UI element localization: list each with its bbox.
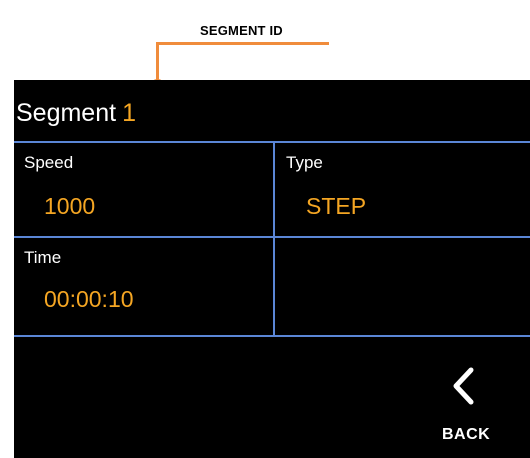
field-empty — [275, 238, 530, 335]
back-button[interactable]: BACK — [434, 362, 504, 448]
field-speed[interactable]: Speed 1000 — [14, 143, 273, 236]
field-type[interactable]: Type STEP — [275, 143, 530, 236]
field-speed-label: Speed — [24, 153, 74, 172]
field-speed-value: 1000 — [44, 193, 96, 219]
chevron-left-icon — [453, 367, 474, 405]
segment-fields-grid: Speed 1000 Type STEP Time 00:00:10 — [14, 141, 530, 337]
field-time-label: Time — [24, 248, 62, 267]
back-button-label: BACK — [442, 426, 491, 443]
callout-leader-line-horizontal — [156, 42, 329, 45]
segment-id-callout-label: SEGMENT ID — [200, 23, 283, 38]
screen-header: Segment 1 — [14, 80, 530, 142]
field-time[interactable]: Time 00:00:10 — [14, 238, 273, 335]
field-type-label: Type — [286, 153, 323, 172]
page-title: Segment 1 — [16, 99, 136, 128]
segment-detail-screen: Segment 1 Speed 1000 Type STEP Time 00:00… — [14, 80, 530, 458]
page-title-text: Segment — [16, 99, 117, 127]
field-type-value: STEP — [306, 193, 367, 219]
field-time-value: 00:00:10 — [44, 286, 134, 312]
segment-id-value: 1 — [122, 99, 136, 127]
